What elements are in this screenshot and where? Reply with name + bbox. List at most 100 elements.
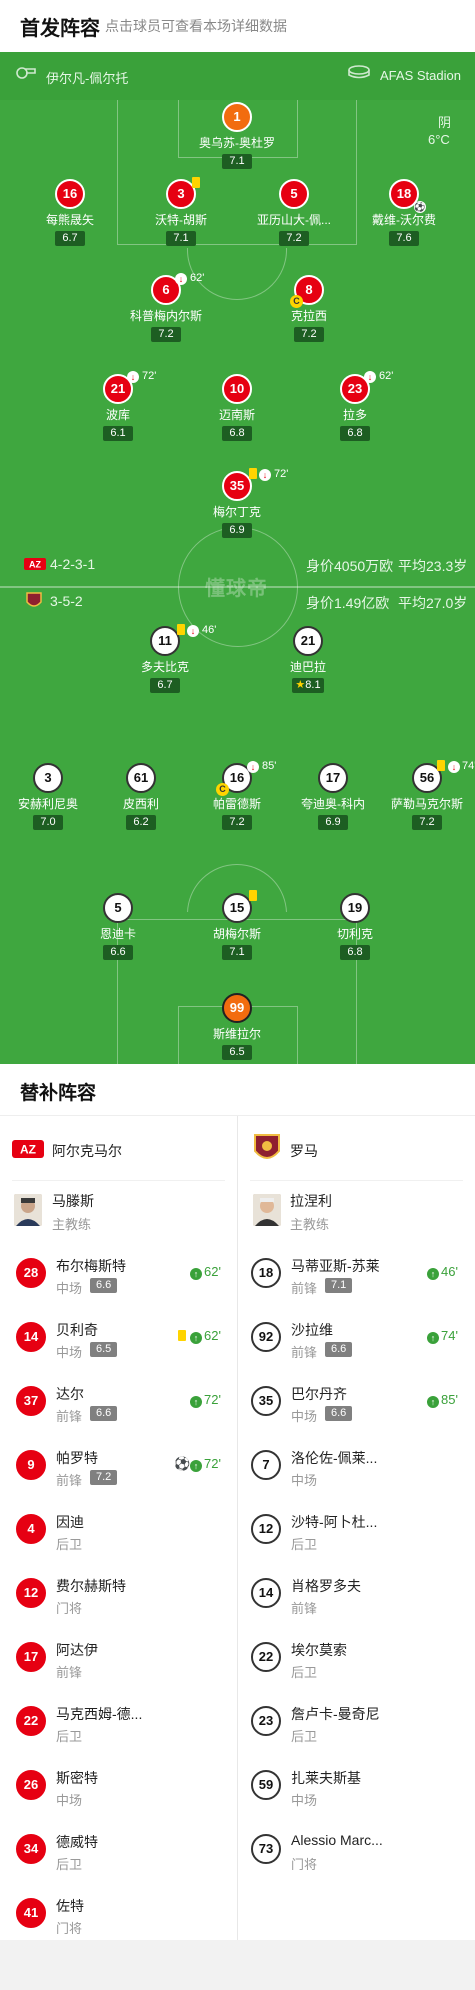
sub-row[interactable]: 17 阿达伊 前锋	[16, 1626, 226, 1690]
sub-row[interactable]: 26 斯密特 中场	[16, 1754, 226, 1818]
player-away-21[interactable]: 21 迪巴拉 ★8.1	[253, 626, 363, 693]
home-coach-name[interactable]: 马滕斯	[52, 1191, 94, 1211]
sub-row[interactable]: 14 贝利奇 中场 6.5 ↑ 62'	[16, 1306, 226, 1370]
sub-position: 前锋	[291, 1281, 318, 1296]
coach-avatar[interactable]	[14, 1194, 42, 1226]
home-avg-age: 平均23.3岁	[398, 558, 468, 574]
stadium-name: AFAS Stadion	[380, 68, 461, 83]
player-away-61[interactable]: 61 皮西利 6.2	[86, 763, 196, 830]
player-rating: ★8.1	[292, 678, 324, 693]
sub-row[interactable]: 9 帕罗特 前锋 7.2 ⚽ ↑ 72'	[16, 1434, 226, 1498]
player-home-10[interactable]: 10 迈南斯 6.8	[182, 374, 292, 441]
player-home-21[interactable]: 21 波库 6.1	[63, 374, 173, 441]
away-coach-name[interactable]: 拉涅利	[290, 1191, 332, 1211]
sub-position: 后卫	[56, 1857, 83, 1872]
sub-row[interactable]: 23 詹卢卡-曼奇尼 后卫	[251, 1690, 466, 1754]
player-away-19[interactable]: 19 切利克 6.8	[300, 893, 410, 960]
player-name: 科普梅内尔斯	[129, 309, 202, 323]
player-home-8[interactable]: 8 克拉西 7.2	[254, 275, 364, 342]
sub-number: 22	[251, 1642, 281, 1672]
player-name: 波库	[105, 408, 130, 422]
player-rating: 7.0	[33, 815, 63, 830]
sub-row[interactable]: 4 因迪 后卫	[16, 1498, 226, 1562]
sub-row[interactable]: 12 沙特-阿卜杜... 后卫	[251, 1498, 466, 1562]
coach-avatar[interactable]	[253, 1194, 281, 1226]
sub-number: 34	[16, 1834, 46, 1864]
player-away-11[interactable]: 11 多夫比克 6.7	[110, 626, 220, 693]
sub-number: 41	[16, 1898, 46, 1928]
sub-rating: 7.1	[325, 1278, 353, 1293]
sub-row[interactable]: 41 佐特 门将	[16, 1882, 226, 1946]
player-name: 多夫比克	[140, 660, 189, 674]
sub-row[interactable]: 59 扎莱夫斯基 中场	[251, 1754, 466, 1818]
sub-position: 前锋	[291, 1601, 318, 1616]
player-rating: 6.2	[126, 815, 156, 830]
sub-rating: 7.2	[90, 1470, 118, 1485]
player-rating: 6.6	[103, 945, 133, 960]
player-name: 萨勒马克尔斯	[390, 797, 463, 811]
player-away-99[interactable]: 99 斯维拉尔 6.5	[182, 993, 292, 1060]
subs-divider	[237, 1116, 238, 1940]
sub-number: 35	[251, 1386, 281, 1416]
sub-row[interactable]: 12 费尔赫斯特 门将	[16, 1562, 226, 1626]
sub-row[interactable]: 18 马蒂亚斯-苏莱 前锋 7.1 ↑ 46'	[251, 1242, 466, 1306]
sub-position: 后卫	[291, 1729, 318, 1744]
player-away-5[interactable]: 5 恩迪卡 6.6	[63, 893, 173, 960]
player-name: 迪巴拉	[289, 660, 326, 674]
sub-position: 后卫	[291, 1665, 318, 1680]
sub-time: 74'	[441, 1328, 458, 1343]
player-away-16[interactable]: 16 帕雷德斯 7.2	[182, 763, 292, 830]
sub-row[interactable]: 28 布尔梅斯特 中场 6.6 ↑ 62'	[16, 1242, 226, 1306]
sub-number: 7	[251, 1450, 281, 1480]
player-away-15[interactable]: 15 胡梅尔斯 7.1	[182, 893, 292, 960]
player-name: 沃特-胡斯	[155, 213, 207, 227]
sub-off-icon: ↓	[175, 273, 187, 285]
player-home-18[interactable]: 18 戴维-沃尔费 7.6	[349, 179, 459, 246]
sub-in: ↑ 72'	[190, 1392, 221, 1408]
sub-number: 17	[16, 1642, 46, 1672]
player-number: 99	[222, 993, 252, 1023]
roma-logo-icon	[253, 1133, 281, 1170]
alkmaar-logo-icon: AZ	[12, 1140, 44, 1163]
sub-number: 37	[16, 1386, 46, 1416]
player-home-5[interactable]: 5 亚历山大-佩... 7.2	[239, 179, 349, 246]
player-name: 梅尔丁克	[212, 505, 261, 519]
sub-row[interactable]: 73 Alessio Marc... 门将	[251, 1818, 466, 1882]
player-number: 21	[293, 626, 323, 656]
sub-row[interactable]: 34 德威特 后卫	[16, 1818, 226, 1882]
player-name: 迈南斯	[218, 408, 255, 422]
player-home-6[interactable]: 6 科普梅内尔斯 7.2	[111, 275, 221, 342]
sub-row[interactable]: 7 洛伦佐-佩莱... 中场	[251, 1434, 466, 1498]
player-rating: 6.8	[340, 945, 370, 960]
player-home-16[interactable]: 16 每熊晟矢 6.7	[15, 179, 125, 246]
home-coach-role: 主教练	[52, 1217, 92, 1232]
sub-in-icon: ↑	[190, 1332, 202, 1344]
sub-row[interactable]: 35 巴尔丹齐 中场 6.6 ↑ 85'	[251, 1370, 466, 1434]
player-home-1[interactable]: 1 奥乌苏-奥杜罗 7.1	[182, 102, 292, 169]
sub-number: 28	[16, 1258, 46, 1288]
sub-time: 72'	[204, 1456, 221, 1471]
player-number: 61	[126, 763, 156, 793]
sub-row[interactable]: 92 沙拉维 前锋 6.6 ↑ 74'	[251, 1306, 466, 1370]
lineup-title: 首发阵容	[20, 18, 100, 40]
sub-time: 72'	[274, 468, 289, 480]
sub-off-icon: ↓	[127, 371, 139, 383]
player-rating: 6.5	[222, 1045, 252, 1060]
temperature: 6°C	[428, 132, 450, 147]
player-name: 皮西利	[122, 797, 159, 811]
player-home-3[interactable]: 3 沃特-胡斯 7.1	[126, 179, 236, 246]
player-rating: 7.2	[412, 815, 442, 830]
sub-name: 贝利奇	[56, 1322, 98, 1338]
sub-position: 前锋	[56, 1473, 83, 1488]
sub-row[interactable]: 22 马克西姆-德... 后卫	[16, 1690, 226, 1754]
alkmaar-logo-icon: AZ	[24, 557, 46, 575]
player-home-23[interactable]: 23 拉多 6.8	[300, 374, 410, 441]
sub-time: 62'	[379, 370, 394, 382]
player-away-56[interactable]: 56 萨勒马克尔斯 7.2	[372, 763, 475, 830]
sub-row[interactable]: 14 肖格罗多夫 前锋	[251, 1562, 466, 1626]
sub-row[interactable]: 37 达尔 前锋 6.6 ↑ 72'	[16, 1370, 226, 1434]
sub-row[interactable]: 22 埃尔莫索 后卫	[251, 1626, 466, 1690]
sub-off-icon: ↓	[259, 469, 271, 481]
player-home-35[interactable]: 35 梅尔丁克 6.9	[182, 471, 292, 538]
player-name: 亚历山大-佩...	[257, 213, 331, 227]
